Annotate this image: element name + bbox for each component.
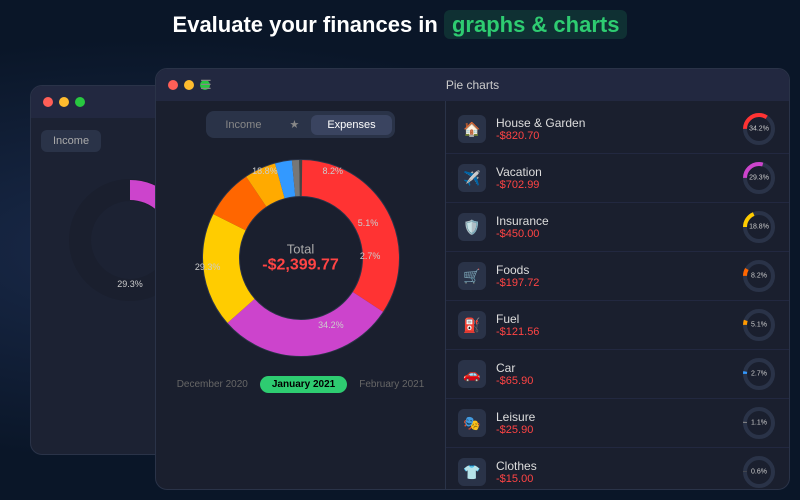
main-minimize-dot[interactable] (184, 80, 194, 90)
chart-tabs: Income ★ Expenses (206, 111, 394, 138)
item-chart-2: 18.8% (741, 209, 777, 245)
donut-center: Total -$2,399.77 (262, 242, 339, 275)
item-pct-7: 0.6% (751, 469, 767, 476)
item-pct-1: 29.3% (749, 175, 769, 182)
item-icon-2: 🛡️ (458, 213, 486, 241)
item-icon-7: 👕 (458, 458, 486, 486)
item-name-3: Foods (496, 263, 731, 277)
item-name-0: House & Garden (496, 116, 731, 130)
item-icon-1: ✈️ (458, 164, 486, 192)
hamburger-icon[interactable]: ☰ (200, 77, 212, 93)
item-amount-4: -$121.56 (496, 326, 731, 338)
close-dot[interactable] (43, 97, 53, 107)
pct-car: 2.7% (360, 251, 381, 261)
item-amount-1: -$702.99 (496, 179, 731, 191)
minimize-dot[interactable] (59, 97, 69, 107)
list-item[interactable]: 🛡️ Insurance -$450.00 18.8% (446, 203, 789, 252)
list-item[interactable]: 🏠 House & Garden -$820.70 34.2% (446, 105, 789, 154)
header-text: Evaluate your finances in graphs & chart… (173, 10, 628, 39)
main-window: Pie charts ☰ Income ★ Expenses (155, 68, 790, 490)
date-december[interactable]: December 2020 (177, 379, 248, 390)
item-name-2: Insurance (496, 214, 731, 228)
donut-total-value: -$2,399.77 (262, 257, 339, 275)
item-chart-0: 34.2% (741, 111, 777, 147)
bg-income-tab[interactable]: Income (41, 130, 101, 152)
item-name-5: Car (496, 361, 731, 375)
date-navigation: December 2020 January 2021 February 2021 (177, 376, 425, 393)
item-pct-4: 5.1% (751, 322, 767, 329)
item-pct-5: 2.7% (751, 371, 767, 378)
item-info-2: Insurance -$450.00 (496, 214, 731, 240)
pct-house: 34.2% (318, 320, 344, 330)
list-item[interactable]: 🚗 Car -$65.90 2.7% (446, 350, 789, 399)
donut-chart: 34.2% 29.3% 18.8% 8.2% 5.1% 2.7% Total -… (191, 148, 411, 368)
pct-vacation: 29.3% (195, 262, 221, 272)
tab-expenses[interactable]: Expenses (311, 115, 391, 135)
tab-income[interactable]: Income (209, 115, 277, 135)
item-name-4: Fuel (496, 312, 731, 326)
item-amount-6: -$25.90 (496, 424, 731, 436)
expenses-list: 🏠 House & Garden -$820.70 34.2% ✈️ Vacat… (446, 101, 789, 489)
item-chart-6: 1.1% (741, 405, 777, 441)
item-info-4: Fuel -$121.56 (496, 312, 731, 338)
item-info-0: House & Garden -$820.70 (496, 116, 731, 142)
main-content: Income ★ Expenses (156, 101, 789, 489)
item-pct-0: 34.2% (749, 126, 769, 133)
main-titlebar: Pie charts ☰ (156, 69, 789, 101)
date-february[interactable]: February 2021 (359, 379, 424, 390)
item-pct-3: 8.2% (751, 273, 767, 280)
main-close-dot[interactable] (168, 80, 178, 90)
list-item[interactable]: ✈️ Vacation -$702.99 29.3% (446, 154, 789, 203)
pct-foods: 8.2% (323, 166, 344, 176)
item-pct-6: 1.1% (751, 420, 767, 427)
header-text-before: Evaluate your finances in (173, 12, 438, 37)
item-pct-2: 18.8% (749, 224, 769, 231)
item-amount-0: -$820.70 (496, 130, 731, 142)
item-info-3: Foods -$197.72 (496, 263, 731, 289)
item-amount-3: -$197.72 (496, 277, 731, 289)
list-item[interactable]: ⛽ Fuel -$121.56 5.1% (446, 301, 789, 350)
item-info-5: Car -$65.90 (496, 361, 731, 387)
pct-insurance: 18.8% (252, 166, 278, 176)
item-amount-5: -$65.90 (496, 375, 731, 387)
list-item[interactable]: 🛒 Foods -$197.72 8.2% (446, 252, 789, 301)
item-info-6: Leisure -$25.90 (496, 410, 731, 436)
item-info-7: Clothes -$15.00 (496, 459, 731, 485)
header-highlight: graphs & charts (444, 10, 628, 39)
item-icon-6: 🎭 (458, 409, 486, 437)
chart-panel: Income ★ Expenses (156, 101, 446, 489)
item-icon-3: 🛒 (458, 262, 486, 290)
tab-star[interactable]: ★ (279, 114, 309, 135)
list-item[interactable]: 🎭 Leisure -$25.90 1.1% (446, 399, 789, 448)
item-icon-4: ⛽ (458, 311, 486, 339)
item-amount-2: -$450.00 (496, 228, 731, 240)
item-chart-1: 29.3% (741, 160, 777, 196)
header: Evaluate your finances in graphs & chart… (0, 12, 800, 38)
pct-fuel: 5.1% (358, 218, 379, 228)
item-icon-5: 🚗 (458, 360, 486, 388)
main-window-title: Pie charts (446, 78, 499, 92)
item-icon-0: 🏠 (458, 115, 486, 143)
item-chart-5: 2.7% (741, 356, 777, 392)
item-chart-4: 5.1% (741, 307, 777, 343)
date-january[interactable]: January 2021 (260, 376, 347, 393)
maximize-dot[interactable] (75, 97, 85, 107)
item-chart-7: 0.6% (741, 454, 777, 489)
item-amount-7: -$15.00 (496, 473, 731, 485)
item-chart-3: 8.2% (741, 258, 777, 294)
donut-total-label: Total (262, 242, 339, 257)
list-item[interactable]: 👕 Clothes -$15.00 0.6% (446, 448, 789, 489)
item-name-6: Leisure (496, 410, 731, 424)
bg-donut-label: 29.3% (117, 279, 143, 289)
item-name-1: Vacation (496, 165, 731, 179)
item-info-1: Vacation -$702.99 (496, 165, 731, 191)
item-name-7: Clothes (496, 459, 731, 473)
